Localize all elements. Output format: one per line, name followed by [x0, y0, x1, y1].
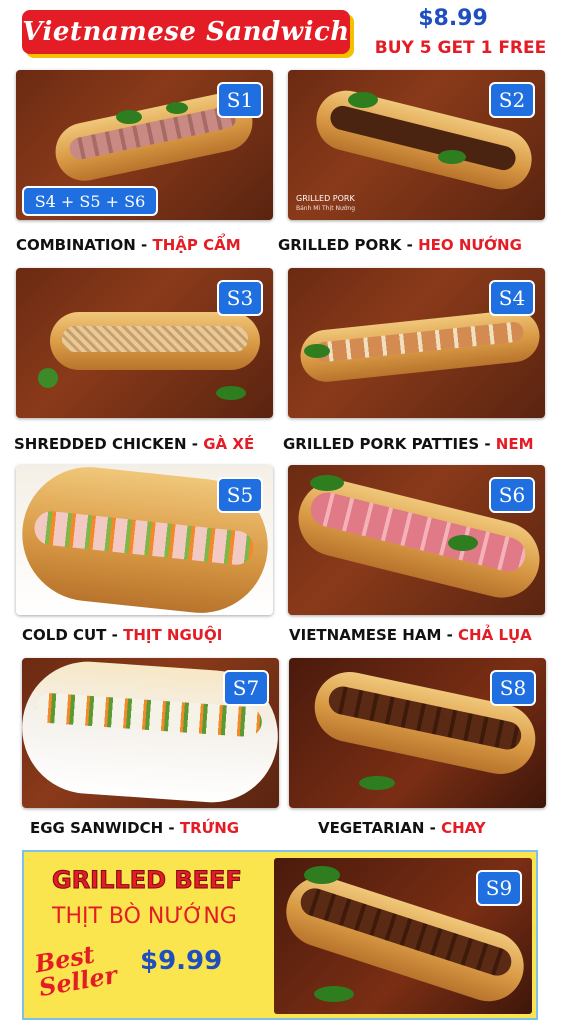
herb-image — [359, 776, 395, 790]
herb-image — [314, 986, 354, 1002]
item-name-en: COLD CUT - — [22, 626, 124, 644]
item-card-s5[interactable]: S5 — [16, 465, 273, 615]
featured-item-box[interactable]: GRILLED BEEF THỊT BÒ NƯỚNG Best Seller $… — [22, 850, 538, 1020]
jalapeno-image — [38, 368, 58, 388]
herb-image — [348, 92, 378, 108]
item-code-badge: S9 — [476, 870, 522, 906]
photo-caption-title: GRILLED PORK — [296, 194, 355, 203]
herb-image — [216, 386, 246, 400]
item-label-s2: GRILLED PORK - HEO NƯỚNG — [278, 236, 522, 254]
herb-image — [310, 475, 344, 491]
featured-name-vn: THỊT BÒ NƯỚNG — [52, 904, 237, 929]
item-label-s8: VEGETARIAN - CHAY — [318, 819, 486, 837]
item-name-vn: TRỨNG — [179, 819, 240, 837]
item-name-en: COMBINATION - — [16, 236, 153, 254]
item-label-s5: COLD CUT - THỊT NGUỘI — [22, 626, 222, 644]
herb-image — [304, 344, 330, 358]
item-label-s4: GRILLED PORK PATTIES - NEM — [283, 435, 534, 453]
item-code-badge: S3 — [217, 280, 263, 316]
photo-caption: GRILLED PORK Bánh Mì Thịt Nướng — [296, 194, 355, 214]
item-name-en: GRILLED PORK - — [278, 236, 419, 254]
combo-badge: S4 + S5 + S6 — [22, 186, 158, 216]
item-name-en: EGG SANWIDCH - — [30, 819, 180, 837]
filling-image — [62, 326, 248, 352]
item-name-vn: THỊT NGUỘI — [123, 626, 223, 644]
item-card-s8[interactable]: S8 — [289, 658, 546, 808]
item-code-badge: S7 — [223, 670, 269, 706]
item-code-badge: S2 — [489, 82, 535, 118]
base-price: $8.99 — [418, 6, 488, 31]
herb-image — [116, 110, 142, 124]
featured-price: $9.99 — [140, 946, 223, 976]
item-label-s7: EGG SANWIDCH - TRỨNG — [30, 819, 239, 837]
herb-image — [166, 102, 188, 114]
herb-image — [448, 535, 478, 551]
item-card-s3[interactable]: S3 — [16, 268, 273, 418]
item-name-vn: NEM — [495, 435, 534, 453]
item-name-en: VIETNAMESE HAM - — [289, 626, 459, 644]
item-card-s4[interactable]: S4 — [288, 268, 545, 418]
item-label-s6: VIETNAMESE HAM - CHẢ LỤA — [289, 626, 532, 644]
title-banner: Vietnamese Sandwich — [22, 10, 350, 54]
item-name-en: VEGETARIAN - — [318, 819, 442, 837]
promo-text: BUY 5 GET 1 FREE — [374, 38, 547, 58]
herb-image — [304, 866, 340, 884]
item-name-vn: GÀ XÉ — [203, 435, 255, 453]
featured-name-en: GRILLED BEEF — [52, 866, 243, 895]
featured-card-s9[interactable]: S9 — [274, 858, 532, 1014]
item-code-badge: S1 — [217, 82, 263, 118]
item-label-s3: SHREDDED CHICKEN - GÀ XÉ — [14, 435, 254, 453]
item-card-s7[interactable]: S7 — [22, 658, 279, 808]
item-name-vn: CHẢ LỤA — [458, 626, 532, 644]
photo-caption-subtitle: Bánh Mì Thịt Nướng — [296, 205, 356, 212]
best-seller-badge: Best Seller — [32, 939, 120, 1003]
herb-image — [438, 150, 466, 164]
item-name-vn: HEO NƯỚNG — [418, 236, 522, 254]
item-code-badge: S6 — [489, 477, 535, 513]
item-name-en: GRILLED PORK PATTIES - — [283, 435, 496, 453]
item-name-en: SHREDDED CHICKEN - — [14, 435, 204, 453]
item-card-s6[interactable]: S6 — [288, 465, 545, 615]
item-card-s1[interactable]: S1 S4 + S5 + S6 — [16, 70, 273, 220]
menu-title: Vietnamese Sandwich — [22, 17, 350, 47]
item-code-badge: S8 — [490, 670, 536, 706]
item-label-s1: COMBINATION - THẬP CẨM — [16, 236, 241, 254]
item-code-badge: S4 — [489, 280, 535, 316]
item-code-badge: S5 — [217, 477, 263, 513]
item-card-s2[interactable]: S2 GRILLED PORK Bánh Mì Thịt Nướng — [288, 70, 545, 220]
item-name-vn: CHAY — [441, 819, 486, 837]
item-name-vn: THẬP CẨM — [152, 236, 241, 254]
